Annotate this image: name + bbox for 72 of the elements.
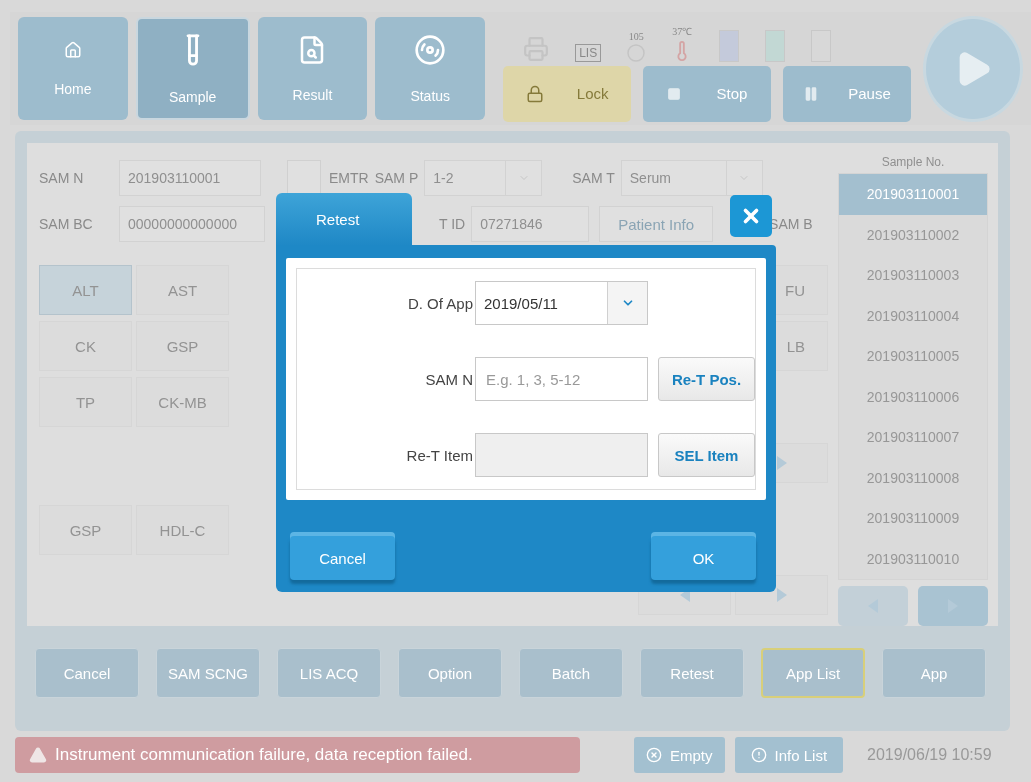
select-item-button[interactable]: SEL Item [658,433,755,477]
action-button[interactable]: SAM SCNG [156,648,260,698]
sample-number-input[interactable]: E.g. 1, 3, 5-12 [475,357,648,401]
sample-number-field[interactable]: 201903110001 [119,160,261,196]
nav-tab[interactable]: Status [375,17,486,120]
patient-info-button[interactable]: Patient Info [599,206,714,242]
home-icon [63,40,82,59]
sample-list-item[interactable]: 201903110007 [839,417,987,458]
close-button[interactable] [730,195,772,237]
action-button[interactable]: App [882,648,986,698]
temperature-label: 37℃ [672,24,693,38]
control-button[interactable]: Stop [643,65,772,122]
close-circle-icon [646,747,662,763]
field-label: D. Of App [407,294,473,312]
dialog-title: Retest [276,193,412,245]
action-button[interactable]: LIS ACQ [277,648,381,698]
nav-tab[interactable]: Result [257,17,368,120]
action-button[interactable]: Cancel [35,648,139,698]
control-button[interactable]: Pause [783,65,912,122]
nav-tab[interactable]: Sample [135,17,250,120]
info-list-button[interactable]: Info List [734,737,844,773]
field-label: SAM N [425,370,473,388]
action-button[interactable]: Option [398,648,502,698]
field-label: SAM T [572,170,615,186]
control-button[interactable]: Lock [503,65,632,122]
field-label: Re-T Item [406,446,473,464]
sample-list-item[interactable]: 201903110006 [839,376,987,417]
action-button[interactable]: Batch [519,648,623,698]
sample-list-item[interactable]: 201903110004 [839,295,987,336]
emtr-checkbox[interactable] [287,160,321,196]
action-button[interactable]: App List [761,648,865,698]
field-label: T ID [439,216,466,232]
info-icon [750,747,767,763]
next-icon [776,588,787,602]
test-item[interactable]: TP [39,377,132,427]
stop-icon [666,86,681,101]
lock-icon [525,84,544,103]
rotor-icon [414,33,447,66]
empty-button[interactable]: Empty [634,737,725,773]
test-item[interactable]: GSP [39,505,132,555]
sample-list-item[interactable]: 201903110003 [839,255,987,296]
field-label: SAM P [374,170,419,186]
field-label: SAM BC [39,216,94,232]
test-item[interactable]: AST [136,265,229,315]
test-item[interactable]: ALT [39,265,132,315]
sample-list-item[interactable]: 201903110008 [839,457,987,498]
count-label: 105 [628,30,644,42]
id-field[interactable]: 07271846 [471,206,590,242]
sample-list-item[interactable]: 201903110010 [839,538,987,579]
warning-icon [29,746,47,764]
barcode-field[interactable]: 00000000000000 [119,206,265,242]
sample-type-select[interactable]: Serum [620,160,763,196]
field-label: EMTR [329,170,369,186]
list-header: Sample No. [880,154,946,171]
field-label: SAM N [39,170,85,186]
sample-list-item[interactable]: 201903110001 [839,174,987,215]
retest-item-input[interactable] [475,433,648,477]
action-button[interactable]: Retest [640,648,744,698]
nav-tab[interactable]: Home [18,17,128,120]
date-time: 2019/06/19 10:59 [867,746,992,764]
test-item[interactable]: HDL-C [136,505,229,555]
sample-list-item[interactable]: 201903110005 [839,336,987,377]
sample-position-select[interactable]: 1-2 [424,160,543,196]
test-item[interactable]: CK-MB [136,377,229,427]
lis-indicator: LIS [575,43,602,62]
date-select[interactable]: 2019/05/11 [475,281,648,325]
retest-position-button[interactable]: Re-T Pos. [658,357,755,401]
test-item[interactable]: GSP [136,321,229,371]
sample-list-item[interactable]: 201903110002 [839,214,987,255]
sample-list-item[interactable]: 201903110009 [839,498,987,539]
test-item[interactable]: CK [39,321,132,371]
alert-message: Instrument communication failure, data reception failed. [55,745,473,765]
